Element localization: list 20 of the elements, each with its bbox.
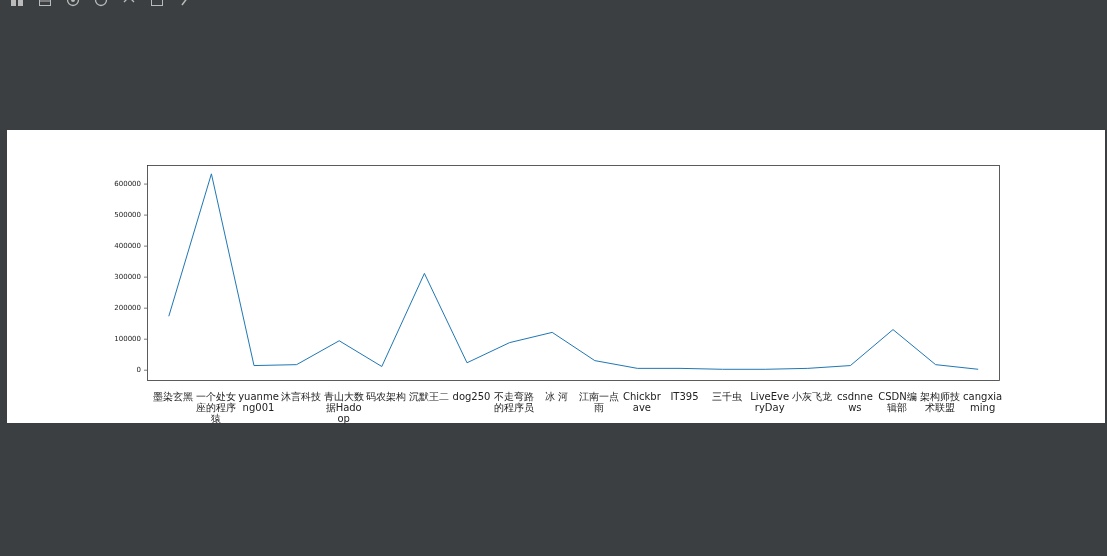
x-tick-label: 小灰飞龙	[791, 390, 834, 404]
x-tick-label: 江南一点雨	[578, 390, 621, 415]
x-tick-label: Chickbrave	[621, 390, 662, 415]
x-tick-label: 青山大数据Hadoop	[322, 390, 365, 424]
x-tick-label: 沉默王二	[407, 390, 450, 404]
x-tick-label: 墨染玄黑	[152, 390, 195, 404]
x-tick-label: cangxiaming	[962, 390, 1004, 415]
x-tick-label: yuanmeng001	[237, 390, 280, 415]
x-tick-label: 沐言科技	[280, 390, 323, 404]
x-tick-label: dog250	[451, 390, 492, 404]
x-tick-label: 一个处女座的程序猿	[194, 390, 237, 424]
x-tick-label: LiveEveryDay	[749, 390, 791, 415]
x-tick-label: CSDN编辑部	[877, 390, 918, 415]
x-tick-label: 不走弯路的程序员	[493, 390, 536, 415]
x-tick-label: IT395	[669, 390, 700, 404]
x-tick-label: 冰 河	[544, 390, 570, 404]
x-tick-label: 架构师技术联盟	[919, 390, 962, 415]
x-tick-label: 码农架构	[365, 390, 408, 404]
x-tick-label: csdnnews	[835, 390, 874, 415]
x-tick-label: 三千虫	[711, 390, 744, 404]
